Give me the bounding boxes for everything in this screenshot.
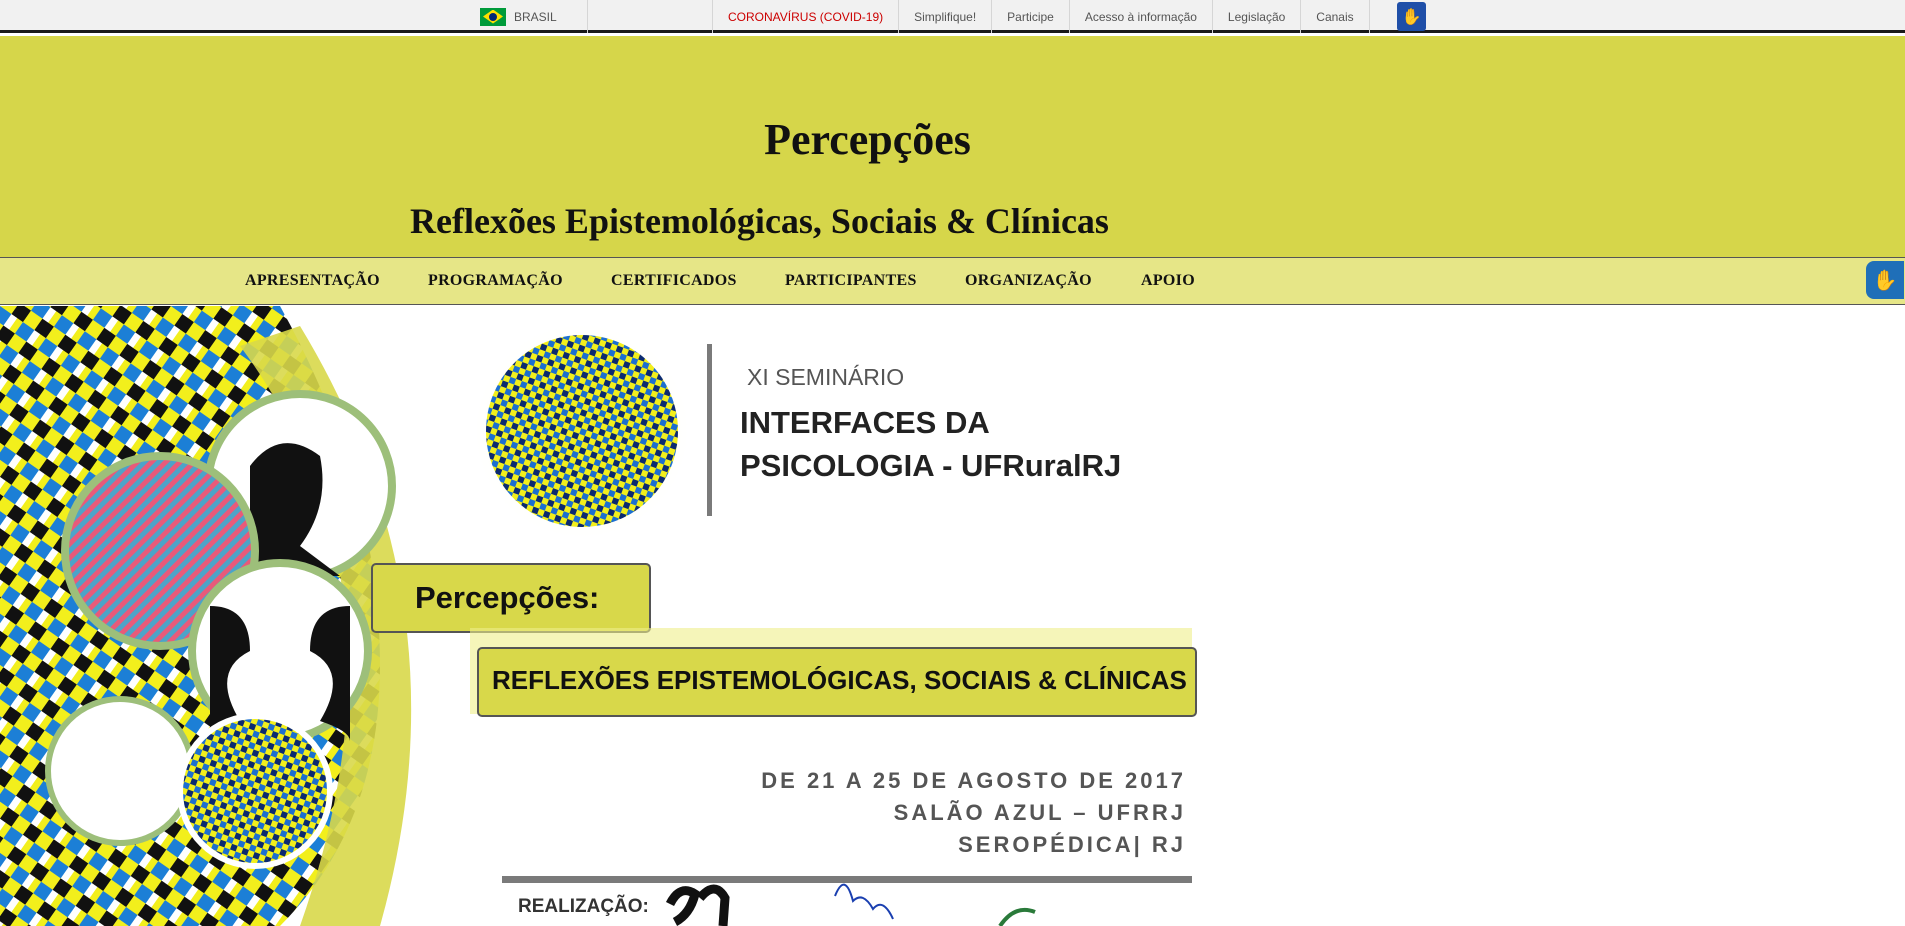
partner-logo-3: [998, 907, 1036, 926]
nav-certificados[interactable]: CERTIFICADOS: [611, 272, 737, 290]
site-title: Percepções: [764, 115, 971, 164]
nav-apresentacao[interactable]: APRESENTAÇÃO: [245, 272, 380, 290]
banner-realizacao: REALIZAÇÃO:: [518, 895, 649, 917]
event-banner: XI SEMINÁRIO INTERFACES DA PSICOLOGIA - …: [0, 306, 1215, 926]
vlibras-side-icon[interactable]: ✋: [1866, 261, 1904, 299]
banner-venue: SALÃO AZUL – UFRRJ: [894, 800, 1186, 825]
partner-logo-1: [665, 884, 730, 926]
banner-graphic: XI SEMINÁRIO INTERFACES DA PSICOLOGIA - …: [0, 306, 1197, 926]
brazil-flag-icon: [480, 7, 506, 26]
banner-theme: Percepções:: [415, 580, 599, 615]
nav-apoio[interactable]: APOIO: [1141, 272, 1195, 290]
covid-link[interactable]: CORONAVÍRUS (COVID-19): [713, 0, 900, 33]
gov-links: CORONAVÍRUS (COVID-19) Simplifique! Part…: [712, 0, 1370, 33]
nav-organizacao[interactable]: ORGANIZAÇÃO: [965, 272, 1092, 290]
site-subtitle: Reflexões Epistemológicas, Sociais & Clí…: [410, 201, 1109, 241]
legislacao-link[interactable]: Legislação: [1213, 0, 1302, 33]
gov-top-bar: BRASIL CORONAVÍRUS (COVID-19) Simplifiqu…: [0, 0, 1905, 33]
participe-link[interactable]: Participe: [992, 0, 1070, 33]
acesso-informacao-link[interactable]: Acesso à informação: [1070, 0, 1213, 33]
nav-programacao[interactable]: PROGRAMAÇÃO: [428, 272, 563, 290]
simplifique-link[interactable]: Simplifique!: [899, 0, 993, 33]
main-nav: APRESENTAÇÃO PROGRAMAÇÃO CERTIFICADOS PA…: [0, 257, 1905, 305]
banner-city: SEROPÉDICA| RJ: [958, 832, 1186, 857]
canais-link[interactable]: Canais: [1301, 0, 1370, 33]
banner-name-line2: PSICOLOGIA - UFRuralRJ: [740, 448, 1121, 483]
spiral-logo: [486, 335, 678, 527]
brasil-link[interactable]: BRASIL: [480, 0, 588, 33]
vlibras-top-icon[interactable]: ✋: [1397, 2, 1426, 31]
site-header: Percepções Reflexões Epistemológicas, So…: [0, 36, 1905, 257]
nav-participantes[interactable]: PARTICIPANTES: [785, 272, 917, 290]
partner-logo-2: [834, 883, 894, 920]
banner-dates: DE 21 A 25 DE AGOSTO DE 2017: [761, 768, 1186, 793]
small-spiral-circle: [177, 713, 333, 869]
brasil-label: BRASIL: [514, 9, 557, 24]
banner-name-line1: INTERFACES DA: [740, 405, 990, 440]
banner-edition: XI SEMINÁRIO: [747, 364, 904, 390]
banner-theme-subtitle: REFLEXÕES EPISTEMOLÓGICAS, SOCIAIS & CLÍ…: [492, 665, 1187, 695]
cartoon-illusion-circle: [45, 696, 195, 846]
